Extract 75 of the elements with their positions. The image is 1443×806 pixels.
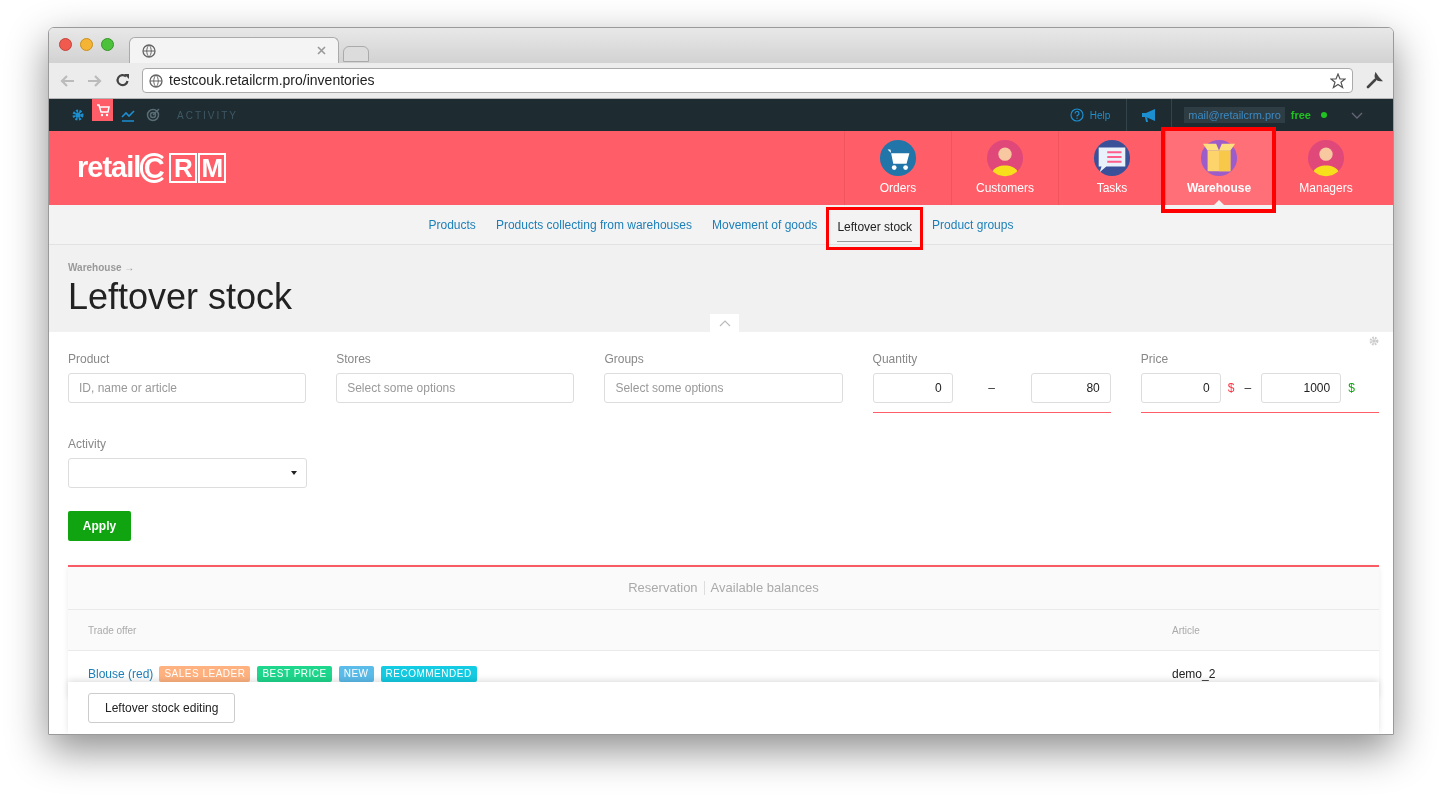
field-label: Groups	[604, 351, 645, 368]
field-label: Price	[1140, 351, 1170, 368]
leftover-stock-editing-button[interactable]: Leftover stock editing	[88, 693, 236, 723]
field-label: Quantity	[872, 351, 919, 368]
column-header: Article	[1172, 623, 1201, 638]
line-chart-icon	[120, 108, 135, 122]
subnav-link[interactable]: Products collecting from warehouses	[495, 205, 692, 244]
apply-button[interactable]: Apply	[68, 511, 131, 541]
page-title: Leftover stock	[68, 277, 294, 317]
help-icon	[1069, 108, 1084, 122]
close-window-button[interactable]	[59, 38, 72, 51]
currency-label: $	[1227, 380, 1235, 397]
number-field[interactable]: 0	[872, 373, 953, 403]
wrench-icon[interactable]	[1365, 71, 1383, 90]
forward-arrow-icon[interactable]	[87, 73, 103, 88]
box-icon	[1200, 139, 1238, 177]
view-tab[interactable]: Available balances	[710, 578, 819, 598]
nav-item[interactable]: Customers	[951, 131, 1058, 205]
chevron-up-icon	[718, 319, 731, 327]
field-label: Activity	[68, 436, 107, 453]
topbar-tab[interactable]	[92, 99, 113, 121]
avatar-icon	[1307, 139, 1345, 177]
currency-label: $	[1348, 380, 1355, 397]
back-arrow-icon[interactable]	[59, 73, 75, 88]
nav-item[interactable]: Warehouse	[1165, 131, 1272, 205]
subnav-link[interactable]: Products	[428, 205, 476, 244]
input-field[interactable]: Select some options	[604, 373, 843, 403]
help-link[interactable]: Help	[1069, 107, 1127, 123]
reload-icon[interactable]	[115, 73, 130, 88]
retailcrm-logo[interactable]: retailC R M	[77, 131, 227, 205]
globe-icon	[142, 43, 156, 58]
browser-tab[interactable]	[129, 37, 339, 63]
column-header: Trade offer	[88, 623, 137, 638]
zoom-window-button[interactable]	[101, 38, 114, 51]
target-icon	[145, 108, 160, 122]
avatar-icon	[986, 139, 1024, 177]
number-field[interactable]: 80	[1030, 373, 1111, 403]
tag: RECOMMENDED	[380, 666, 477, 682]
cart-icon	[879, 139, 917, 177]
input-field[interactable]: ID, name or article	[68, 373, 307, 403]
field-label: Product	[68, 351, 111, 368]
user-email[interactable]: mail@retailcrm.pro	[1184, 106, 1285, 124]
tag: SALES LEADER	[159, 666, 251, 682]
subnav-link[interactable]: Product groups	[932, 205, 1014, 244]
close-icon[interactable]	[317, 46, 326, 55]
subnav-link[interactable]: Leftover stock	[837, 212, 913, 242]
number-field[interactable]: 1000	[1261, 373, 1342, 403]
address-bar[interactable]: testcouk.retailcrm.pro/inventories	[142, 68, 1353, 93]
range-separator: –	[1244, 380, 1252, 397]
nav-item[interactable]: Orders	[844, 131, 951, 205]
globe-icon	[149, 73, 163, 88]
url-text: testcouk.retailcrm.pro/inventories	[169, 71, 375, 90]
minimize-window-button[interactable]	[80, 38, 93, 51]
view-tab[interactable]: Reservation	[628, 578, 698, 598]
settings-icon	[70, 108, 85, 122]
input-field[interactable]: Select some options	[336, 373, 575, 403]
number-field[interactable]: 0	[1140, 373, 1221, 403]
nav-item[interactable]: Managers	[1272, 131, 1379, 205]
star-icon[interactable]	[1330, 72, 1346, 89]
breadcrumb-link[interactable]: Warehouse →	[68, 260, 1374, 275]
field-label: Stores	[336, 351, 372, 368]
task-list-icon	[1093, 139, 1131, 177]
tag: NEW	[338, 666, 374, 682]
settings-icon[interactable]	[1369, 336, 1379, 346]
table-cell-text: demo_2	[1172, 666, 1217, 683]
plan-label: free	[1290, 107, 1311, 123]
range-separator: –	[988, 380, 996, 397]
dropdown-caret-icon	[291, 471, 297, 475]
megaphone-icon[interactable]	[1141, 108, 1158, 122]
chevron-down-icon[interactable]	[1351, 111, 1363, 119]
product-link[interactable]: Blouse (red)	[88, 665, 154, 683]
cart-icon	[95, 103, 110, 117]
subnav-link[interactable]: Movement of goods	[711, 205, 818, 244]
new-tab-button[interactable]	[343, 46, 369, 62]
tag: BEST PRICE	[257, 666, 332, 682]
